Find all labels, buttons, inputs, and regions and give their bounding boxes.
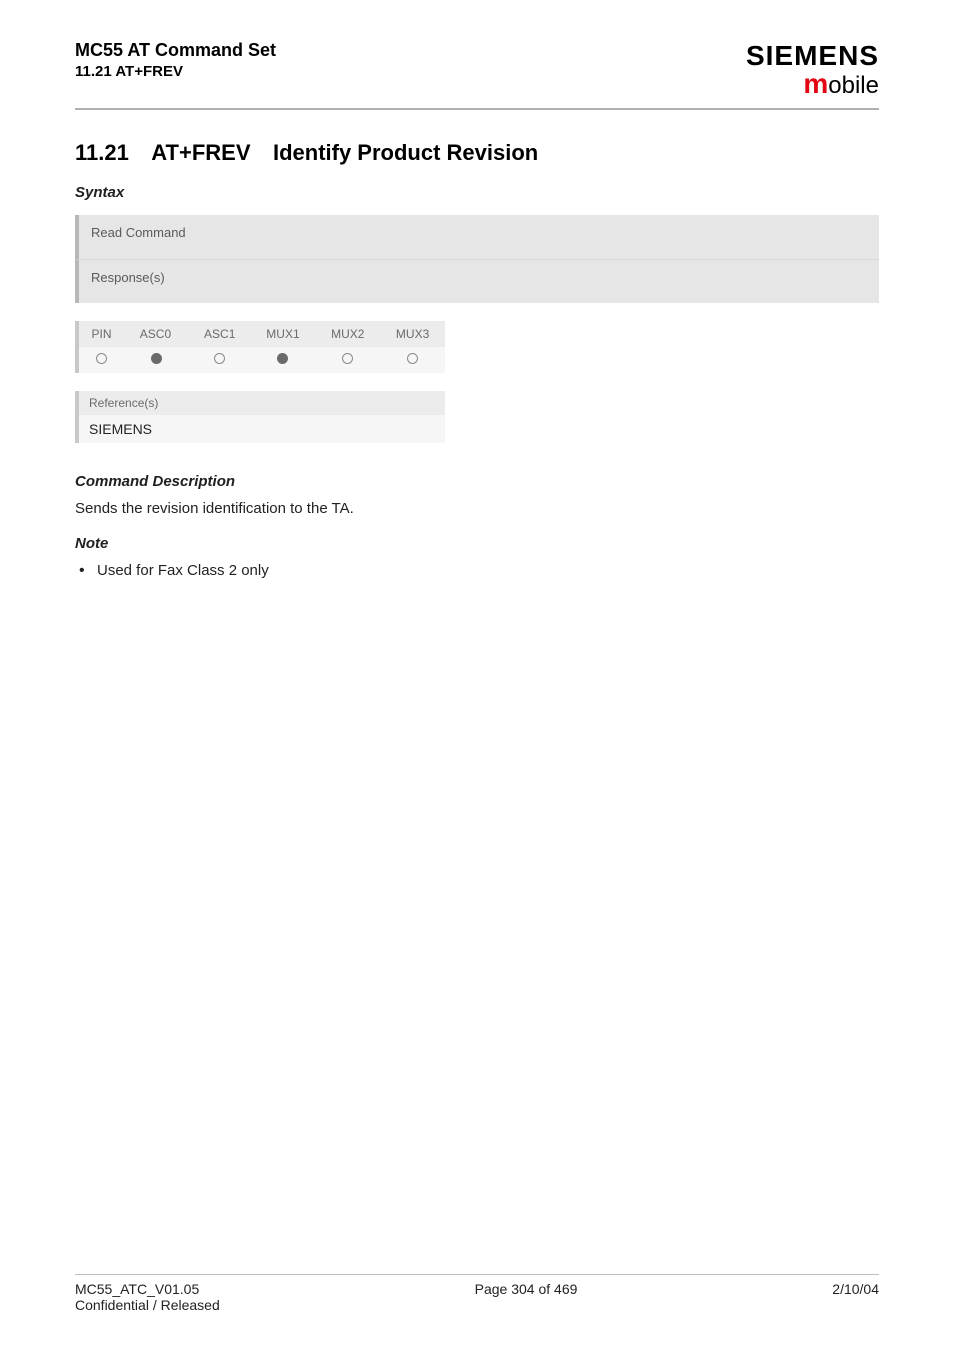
col-mux2: MUX2 (315, 321, 380, 347)
val-mux2 (315, 347, 380, 373)
support-table-wrap: PIN ASC0 ASC1 MUX1 MUX2 MUX3 (75, 321, 445, 373)
footer-page: Page 304 of 469 (220, 1281, 833, 1297)
responses-box: Response(s) (75, 259, 879, 303)
support-table-header-row: PIN ASC0 ASC1 MUX1 MUX2 MUX3 (77, 321, 445, 347)
note-heading: Note (75, 535, 879, 552)
footer-confidential: Confidential / Released (75, 1297, 220, 1313)
footer-left: MC55_ATC_V01.05 Confidential / Released (75, 1281, 220, 1313)
support-table-value-row (77, 347, 445, 373)
page-root: MC55 AT Command Set 11.21 AT+FREV SIEMEN… (0, 0, 954, 1351)
mobile-logo-rest: obile (828, 72, 879, 99)
read-command-box: Read Command (75, 215, 879, 259)
note-item: Used for Fax Class 2 only (75, 562, 879, 579)
page-header: MC55 AT Command Set 11.21 AT+FREV SIEMEN… (75, 40, 879, 100)
val-mux1 (251, 347, 316, 373)
section-title: Identify Product Revision (273, 140, 538, 166)
syntax-heading: Syntax (75, 184, 879, 201)
section-heading: 11.21 AT+FREV Identify Product Revision (75, 140, 879, 166)
footer-right: 2/10/04 (832, 1281, 879, 1313)
col-asc0: ASC0 (124, 321, 189, 347)
circle-empty-icon (407, 353, 418, 364)
header-left: MC55 AT Command Set 11.21 AT+FREV (75, 40, 276, 80)
reference-box: Reference(s) SIEMENS (75, 391, 445, 443)
note-list: Used for Fax Class 2 only (75, 562, 879, 579)
circle-empty-icon (214, 353, 225, 364)
circle-empty-icon (342, 353, 353, 364)
val-pin (77, 347, 124, 373)
col-pin: PIN (77, 321, 124, 347)
col-mux1: MUX1 (251, 321, 316, 347)
header-divider (75, 108, 879, 110)
col-asc1: ASC1 (189, 321, 251, 347)
header-right: SIEMENS mobile (746, 40, 879, 100)
read-command-label: Read Command (91, 225, 186, 240)
col-mux3: MUX3 (380, 321, 445, 347)
doc-title: MC55 AT Command Set (75, 40, 276, 61)
page-footer: MC55_ATC_V01.05 Confidential / Released … (75, 1274, 879, 1313)
circle-empty-icon (96, 353, 107, 364)
mobile-logo: mobile (746, 68, 879, 100)
responses-label: Response(s) (91, 270, 165, 285)
val-asc1 (189, 347, 251, 373)
support-table: PIN ASC0 ASC1 MUX1 MUX2 MUX3 (75, 321, 445, 373)
doc-subtitle: 11.21 AT+FREV (75, 63, 276, 80)
circle-full-icon (277, 353, 288, 364)
reference-header: Reference(s) (75, 391, 445, 415)
mobile-logo-m: m (803, 68, 828, 99)
command-description-text: Sends the revision identification to the… (75, 500, 879, 517)
footer-mid: Page 304 of 469 (220, 1281, 833, 1313)
val-asc0 (124, 347, 189, 373)
circle-full-icon (151, 353, 162, 364)
section-command: AT+FREV (151, 140, 250, 166)
val-mux3 (380, 347, 445, 373)
section-number: 11.21 (75, 140, 129, 166)
footer-version: MC55_ATC_V01.05 (75, 1281, 220, 1297)
reference-value: SIEMENS (75, 415, 445, 443)
command-description-heading: Command Description (75, 473, 879, 490)
footer-date: 2/10/04 (832, 1281, 879, 1297)
